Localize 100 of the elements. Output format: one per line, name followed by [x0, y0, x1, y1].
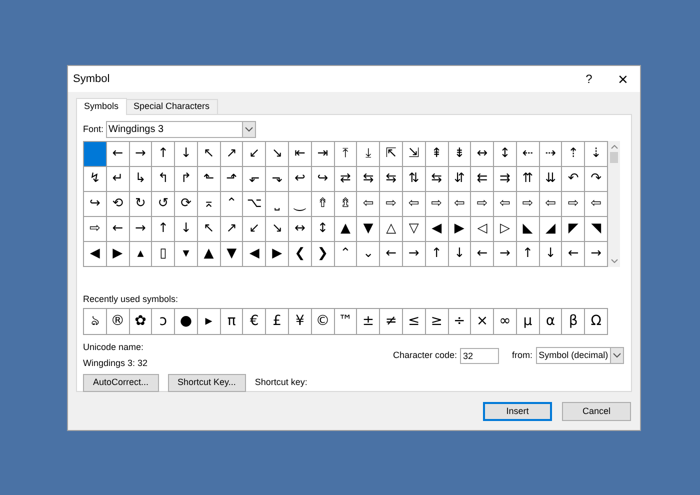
symbol-cell[interactable]: ⌅: [198, 192, 221, 217]
symbol-cell[interactable]: ↺: [152, 192, 176, 217]
recent-symbol-cell[interactable]: ≥: [426, 309, 449, 335]
symbol-cell[interactable]: ▲: [334, 217, 358, 242]
font-dropdown[interactable]: Wingdings 3: [106, 121, 256, 138]
symbol-cell[interactable]: ▲: [198, 242, 221, 267]
symbol-cell[interactable]: ⇡: [562, 142, 586, 167]
symbol-cell[interactable]: ⇅: [402, 167, 426, 192]
recent-symbol-cell[interactable]: β: [562, 309, 586, 335]
symbol-cell[interactable]: ↙: [243, 217, 266, 242]
symbol-cell[interactable]: ↱: [175, 167, 198, 192]
symbol-cell[interactable]: ◁: [471, 217, 494, 242]
symbol-cell[interactable]: ⇟: [448, 142, 472, 167]
symbol-cell[interactable]: ←: [380, 242, 403, 267]
symbol-cell[interactable]: ⇈: [516, 167, 540, 192]
recent-symbol-cell[interactable]: ≤: [402, 309, 426, 335]
recent-symbol-cell[interactable]: ®: [106, 309, 130, 335]
symbol-cell[interactable]: ⇨: [471, 192, 494, 217]
symbol-cell[interactable]: ▶: [448, 217, 472, 242]
symbol-cell[interactable]: ▯: [152, 242, 176, 267]
tab[interactable]: Symbols: [76, 98, 127, 115]
recent-symbol-cell[interactable]: ™: [334, 309, 358, 335]
symbol-cell[interactable]: ◣: [516, 217, 540, 242]
symbol-cell[interactable]: ↘: [266, 142, 290, 167]
recent-symbol-cell[interactable]: €: [243, 309, 266, 335]
recent-symbol-cell[interactable]: ×: [471, 309, 494, 335]
symbol-cell[interactable]: ⇆: [380, 167, 403, 192]
symbol-cell[interactable]: ⇦: [585, 192, 608, 217]
symbol-cell[interactable]: ⇨: [562, 192, 586, 217]
symbol-cell[interactable]: ⇆: [426, 167, 449, 192]
symbol-cell[interactable]: ⎵: [266, 192, 290, 217]
symbol-cell[interactable]: ◀: [84, 242, 107, 267]
recent-symbol-cell[interactable]: ©: [312, 309, 335, 335]
symbol-cell[interactable]: ⇄: [334, 167, 358, 192]
help-button[interactable]: ?: [577, 70, 601, 88]
symbol-cell[interactable]: ⇇: [471, 167, 494, 192]
symbol-cell[interactable]: ◥: [585, 217, 608, 242]
symbol-cell[interactable]: ⇉: [494, 167, 517, 192]
symbol-cell[interactable]: ↓: [540, 242, 562, 267]
symbol-cell[interactable]: ⇦: [494, 192, 517, 217]
from-dropdown[interactable]: Symbol (decimal): [536, 347, 624, 364]
symbol-cell[interactable]: ↖: [198, 217, 221, 242]
symbol-cell[interactable]: ↶: [562, 167, 586, 192]
symbol-cell[interactable]: ↵: [106, 167, 130, 192]
symbol-cell[interactable]: ⇯: [334, 192, 358, 217]
dialog-button[interactable]: AutoCorrect...: [83, 374, 159, 392]
recent-symbol-cell[interactable]: ¥: [289, 309, 312, 335]
recent-symbol-cell[interactable]: α: [540, 309, 562, 335]
recent-symbol-cell[interactable]: Ω: [585, 309, 608, 335]
symbol-cell[interactable]: ⇲: [402, 142, 426, 167]
symbol-cell[interactable]: ▼: [220, 242, 244, 267]
scroll-down-icon[interactable]: [610, 259, 618, 263]
symbol-cell[interactable]: ▶: [106, 242, 130, 267]
symbol-cell[interactable]: ↰: [152, 167, 176, 192]
symbol-cell[interactable]: ⌃: [334, 242, 358, 267]
symbol-cell[interactable]: ⬑: [198, 167, 221, 192]
symbol-cell[interactable]: ⟲: [106, 192, 130, 217]
symbol-cell[interactable]: ↑: [426, 242, 449, 267]
scroll-thumb[interactable]: [610, 152, 618, 163]
symbol-cell[interactable]: ↗: [220, 142, 244, 167]
symbol-cell[interactable]: ↗: [220, 217, 244, 242]
symbol-cell[interactable]: ↪: [84, 192, 107, 217]
symbol-cell[interactable]: ⇦: [402, 192, 426, 217]
symbol-cell[interactable]: ⌥: [243, 192, 266, 217]
symbol-cell[interactable]: ⌄: [357, 242, 380, 267]
symbol-cell[interactable]: ⇢: [540, 142, 562, 167]
symbol-cell[interactable]: ⇦: [540, 192, 562, 217]
symbol-cell[interactable]: ⇞: [426, 142, 449, 167]
symbol-cell[interactable]: ⬏: [220, 167, 244, 192]
symbol-cell[interactable]: ⌃: [220, 192, 244, 217]
symbol-cell[interactable]: →: [130, 217, 152, 242]
recent-symbol-cell[interactable]: ±: [357, 309, 380, 335]
recent-symbol-cell[interactable]: £: [266, 309, 290, 335]
symbol-cell[interactable]: ↳: [130, 167, 152, 192]
symbol-cell[interactable]: ↓: [448, 242, 472, 267]
symbol-cell[interactable]: ↔: [471, 142, 494, 167]
symbol-cell[interactable]: ←: [471, 242, 494, 267]
recent-symbol-cell[interactable]: ÷: [448, 309, 472, 335]
symbol-cell[interactable]: ⇠: [516, 142, 540, 167]
symbol-cell[interactable]: ↔: [289, 217, 312, 242]
symbol-cell[interactable]: ↓: [175, 217, 198, 242]
symbol-cell[interactable]: ↪: [312, 167, 335, 192]
symbol-cell[interactable]: ←: [106, 142, 130, 167]
symbol-cell[interactable]: ↩: [289, 167, 312, 192]
symbol-cell[interactable]: ⇊: [540, 167, 562, 192]
symbol-cell[interactable]: ↘: [266, 217, 290, 242]
symbol-cell[interactable]: ❮: [289, 242, 312, 267]
symbol-cell[interactable]: ⇨: [84, 217, 107, 242]
symbol-cell[interactable]: ⬎: [266, 167, 290, 192]
symbol-cell[interactable]: ⇮: [312, 192, 335, 217]
recent-symbol-cell[interactable]: ▸: [198, 309, 221, 335]
symbol-cell[interactable]: ▶: [266, 242, 290, 267]
symbol-cell[interactable]: →: [494, 242, 517, 267]
symbol-cell[interactable]: ⇨: [516, 192, 540, 217]
symbol-cell[interactable]: ◀: [426, 217, 449, 242]
symbol-cell[interactable]: →: [585, 242, 608, 267]
symbol-cell[interactable]: ↓: [175, 142, 198, 167]
symbol-cell[interactable]: △: [380, 217, 403, 242]
symbol-cell[interactable]: ⇣: [585, 142, 608, 167]
symbol-cell[interactable]: ⇵: [448, 167, 472, 192]
